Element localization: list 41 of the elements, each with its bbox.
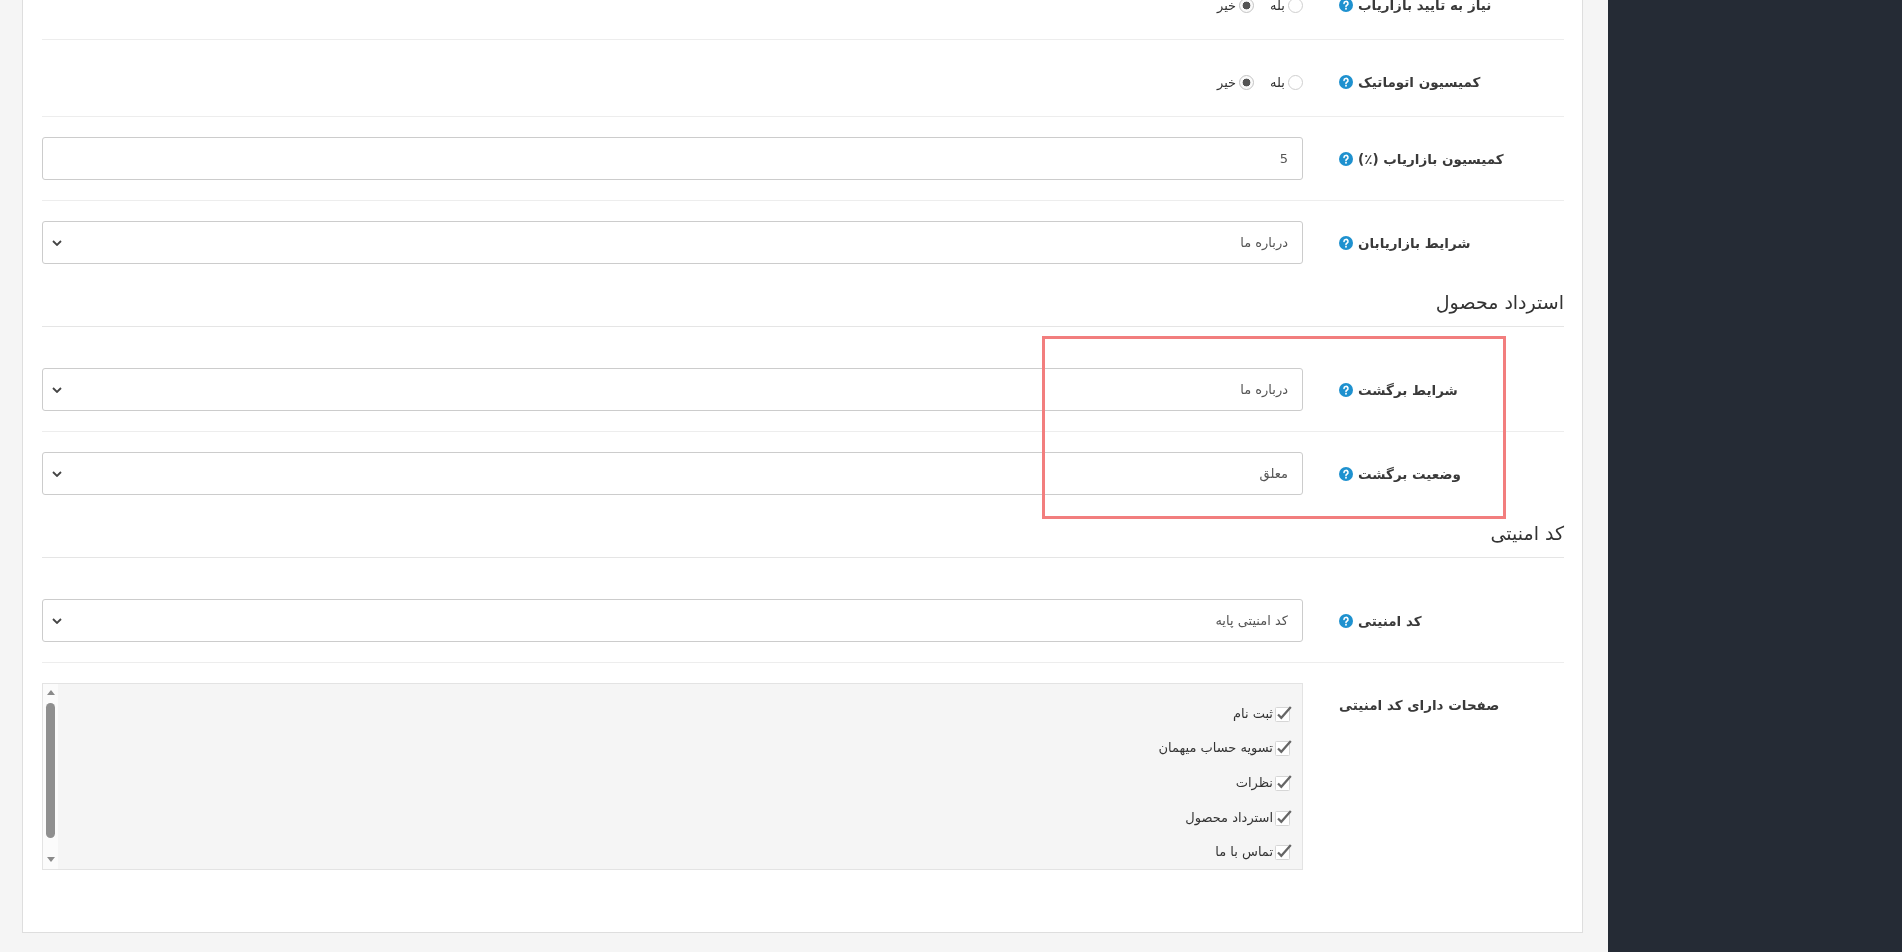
checkbox[interactable] xyxy=(1275,704,1292,722)
checkbox[interactable] xyxy=(1275,739,1292,757)
field-label: صفحات دارای کد امنیتی xyxy=(1339,697,1500,713)
select-field[interactable]: کد امنیتی پایه xyxy=(42,599,1303,642)
radio-label[interactable]: بله xyxy=(1270,74,1285,90)
field-label: کمیسیون اتوماتیک xyxy=(1358,74,1481,90)
caret-icon xyxy=(52,386,62,393)
radio-button[interactable] xyxy=(1239,0,1255,13)
field-label: کمیسیون بازاریاب (٪) xyxy=(1358,150,1504,167)
scrollbar-thumb[interactable] xyxy=(46,703,55,838)
caret-icon xyxy=(52,617,62,624)
checkbox-label[interactable]: نظرات xyxy=(1235,775,1273,790)
checkbox[interactable] xyxy=(1275,808,1292,826)
radio-button[interactable] xyxy=(1239,74,1255,90)
field-label: شرایط بازاریابان xyxy=(1358,234,1471,251)
checkbox-label[interactable]: تسویه حساب میهمان xyxy=(1158,740,1273,756)
field-label: کد امنیتی xyxy=(1358,612,1422,629)
radio-label[interactable]: خیر xyxy=(1216,74,1237,90)
radio-label[interactable]: خیر xyxy=(1216,0,1237,13)
scrollbar[interactable] xyxy=(43,684,58,869)
scroll-down-icon[interactable] xyxy=(46,857,55,862)
select-field[interactable]: معلق xyxy=(42,452,1303,495)
checkbox-label[interactable]: استرداد محصول xyxy=(1185,809,1273,825)
checkbox[interactable] xyxy=(1275,774,1292,791)
field-label: شرایط برگشت xyxy=(1358,381,1458,398)
checkbox[interactable] xyxy=(1275,843,1292,861)
radio-label[interactable]: بله xyxy=(1270,0,1285,13)
caret-icon xyxy=(52,239,62,246)
caret-icon xyxy=(52,470,62,477)
radio-button[interactable] xyxy=(1288,0,1303,13)
field-label: وضعیت برگشت xyxy=(1358,465,1461,482)
field-label: نیاز به تایید بازاریاب xyxy=(1358,0,1492,13)
section-heading: کد امنیتی xyxy=(1490,522,1564,544)
text-input[interactable]: 5 xyxy=(42,137,1303,180)
checkbox-label[interactable]: تماس با ما xyxy=(1215,844,1273,860)
radio-button[interactable] xyxy=(1288,74,1303,90)
select-field[interactable]: درباره ما xyxy=(42,221,1303,264)
scroll-up-icon[interactable] xyxy=(46,690,55,695)
select-field[interactable]: درباره ما xyxy=(42,368,1303,411)
section-heading: استرداد محصول xyxy=(1435,291,1564,313)
checkbox-label[interactable]: ثبت نام xyxy=(1232,705,1273,721)
